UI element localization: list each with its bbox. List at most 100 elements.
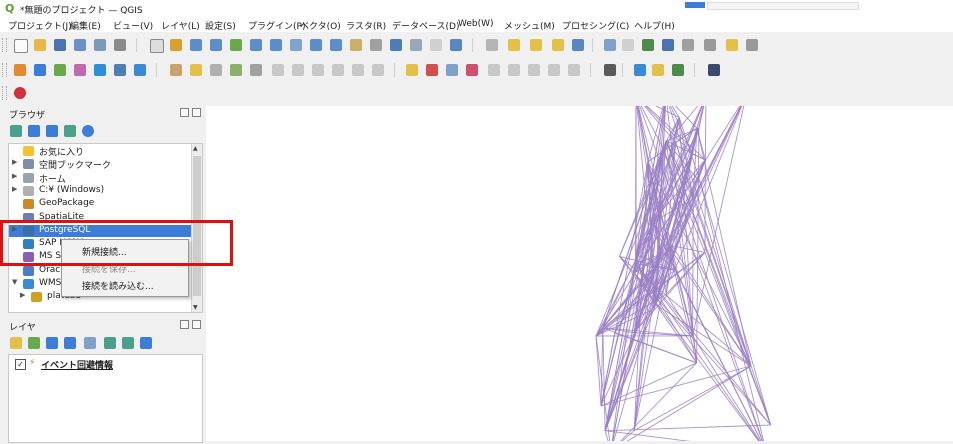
float-panel-icon[interactable] <box>180 108 189 117</box>
add-delimited-icon[interactable] <box>94 64 106 76</box>
chevron-right-icon[interactable]: ▶ <box>20 291 25 299</box>
add-selected-icon[interactable] <box>10 125 22 137</box>
chevron-down-icon[interactable]: ▼ <box>12 278 17 286</box>
save-project-icon[interactable] <box>54 39 66 51</box>
show-bookmarks-icon[interactable] <box>370 39 382 51</box>
browser-item-spatialite[interactable]: SpatiaLite <box>9 212 191 224</box>
chevron-right-icon[interactable]: ▶ <box>12 185 17 193</box>
layer-item[interactable]: ✓ ⚡ イベント回避情報 <box>9 358 199 370</box>
browser-scrollbar[interactable]: ▲ ▼ <box>191 144 202 312</box>
add-raster-icon[interactable] <box>34 64 46 76</box>
statistics-icon[interactable] <box>622 39 634 51</box>
temporal-controller-icon[interactable] <box>390 39 402 51</box>
collapse-all-icon[interactable] <box>122 337 134 349</box>
expand-all-icon[interactable] <box>104 337 116 349</box>
browser-item-drive[interactable]: ▶C:¥ (Windows) <box>9 185 191 197</box>
add-wms-icon[interactable] <box>114 64 126 76</box>
browser-item-star[interactable]: お気に入り <box>9 145 191 157</box>
title-bar-widget[interactable] <box>685 2 705 8</box>
toolbar-grip[interactable] <box>2 86 7 100</box>
label-show-icon[interactable] <box>446 64 458 76</box>
deselect-icon[interactable] <box>552 39 564 51</box>
open-project-icon[interactable] <box>34 39 46 51</box>
label-pin-icon[interactable] <box>426 64 438 76</box>
browser-item-geopackage[interactable]: GeoPackage <box>9 198 191 210</box>
layer-visibility-checkbox[interactable]: ✓ <box>15 359 26 370</box>
field-calculator-icon[interactable] <box>604 39 616 51</box>
context-load-connections[interactable]: 接続を読み込む... <box>82 279 154 292</box>
zoom-in-icon[interactable] <box>190 39 202 51</box>
undo-icon[interactable] <box>352 64 364 76</box>
zoom-out-icon[interactable] <box>210 39 222 51</box>
diagram-icon[interactable] <box>528 64 540 76</box>
scroll-up-icon[interactable]: ▲ <box>193 145 198 152</box>
model-designer-icon[interactable] <box>708 64 720 76</box>
menu-project[interactable]: プロジェクト(J) <box>8 19 72 32</box>
reload-icon[interactable] <box>450 39 462 51</box>
label-change-icon[interactable] <box>508 64 520 76</box>
menu-edit[interactable]: 編集(E) <box>70 19 101 32</box>
add-group-icon[interactable] <box>28 337 40 349</box>
label-move-icon[interactable] <box>466 64 478 76</box>
chevron-right-icon[interactable]: ▶ <box>12 158 17 166</box>
delete-feature-icon[interactable] <box>272 64 284 76</box>
vertex-tool-icon[interactable] <box>250 64 262 76</box>
visibility-icon[interactable] <box>46 337 58 349</box>
clock-icon[interactable] <box>430 39 442 51</box>
identify-icon[interactable] <box>486 39 498 51</box>
python-console-icon[interactable] <box>604 64 616 76</box>
zoom-next-icon[interactable] <box>330 39 342 51</box>
tips-icon[interactable] <box>726 39 738 51</box>
new-project-icon[interactable] <box>14 39 28 53</box>
toolbox-icon[interactable] <box>642 39 654 51</box>
attribute-table-icon[interactable] <box>572 39 584 51</box>
save-edits-icon[interactable] <box>210 64 222 76</box>
measure-icon[interactable] <box>682 39 694 51</box>
close-panel-icon[interactable] <box>192 108 201 117</box>
menu-settings[interactable]: 設定(S) <box>205 19 236 32</box>
menu-database[interactable]: データベース(D) <box>392 19 460 32</box>
scroll-thumb[interactable] <box>193 156 201 296</box>
browser-item-postgresql[interactable]: ▶PostgreSQL <box>9 225 191 237</box>
menu-web[interactable]: Web(W) <box>458 19 494 29</box>
filter-icon[interactable] <box>46 125 58 137</box>
refresh-icon[interactable] <box>410 39 422 51</box>
label-rotate-icon[interactable] <box>488 64 500 76</box>
add-vector-icon[interactable] <box>54 64 66 76</box>
sum-icon[interactable] <box>662 39 674 51</box>
map-canvas[interactable] <box>206 106 953 441</box>
menu-layer[interactable]: レイヤ(L) <box>161 19 200 32</box>
refresh-icon[interactable] <box>28 125 40 137</box>
style-manager-icon[interactable] <box>114 39 126 51</box>
add-feature-icon[interactable] <box>230 64 242 76</box>
copy-feature-icon[interactable] <box>312 64 324 76</box>
label-icon[interactable] <box>406 64 418 76</box>
select-features-icon[interactable] <box>508 39 520 51</box>
zoom-last-icon[interactable] <box>310 39 322 51</box>
info-icon[interactable] <box>82 125 94 137</box>
toolbar-grip[interactable] <box>2 38 7 52</box>
layout-manager-icon[interactable] <box>94 39 106 51</box>
new-layout-icon[interactable] <box>74 39 86 51</box>
plugin-manager-icon[interactable] <box>634 64 646 76</box>
zoom-native-icon[interactable] <box>290 39 302 51</box>
plugin-icon[interactable] <box>14 87 26 99</box>
digitize-icon[interactable] <box>74 64 86 76</box>
menu-vector[interactable]: ベクタ(O) <box>300 19 341 32</box>
qfield-sync-icon[interactable] <box>672 64 684 76</box>
zoom-layer-icon[interactable] <box>270 39 282 51</box>
plugin-action-icon[interactable] <box>652 64 664 76</box>
browser-item-home[interactable]: ▶ホーム <box>9 172 191 184</box>
new-bookmark-icon[interactable] <box>350 39 362 51</box>
select-by-value-icon[interactable] <box>530 39 542 51</box>
annotation-icon[interactable] <box>704 39 716 51</box>
zoom-full-icon[interactable] <box>230 39 242 51</box>
menu-plugins[interactable]: プラグイン(P) <box>248 19 305 32</box>
menu-processing[interactable]: プロセシング(C) <box>562 19 629 32</box>
pan-icon[interactable] <box>150 39 164 53</box>
menu-raster[interactable]: ラスタ(R) <box>346 19 386 32</box>
locator-icon[interactable] <box>746 39 758 51</box>
edit-pencil-icon[interactable] <box>170 64 182 76</box>
zoom-selection-icon[interactable] <box>250 39 262 51</box>
add-wfs-icon[interactable] <box>134 64 146 76</box>
